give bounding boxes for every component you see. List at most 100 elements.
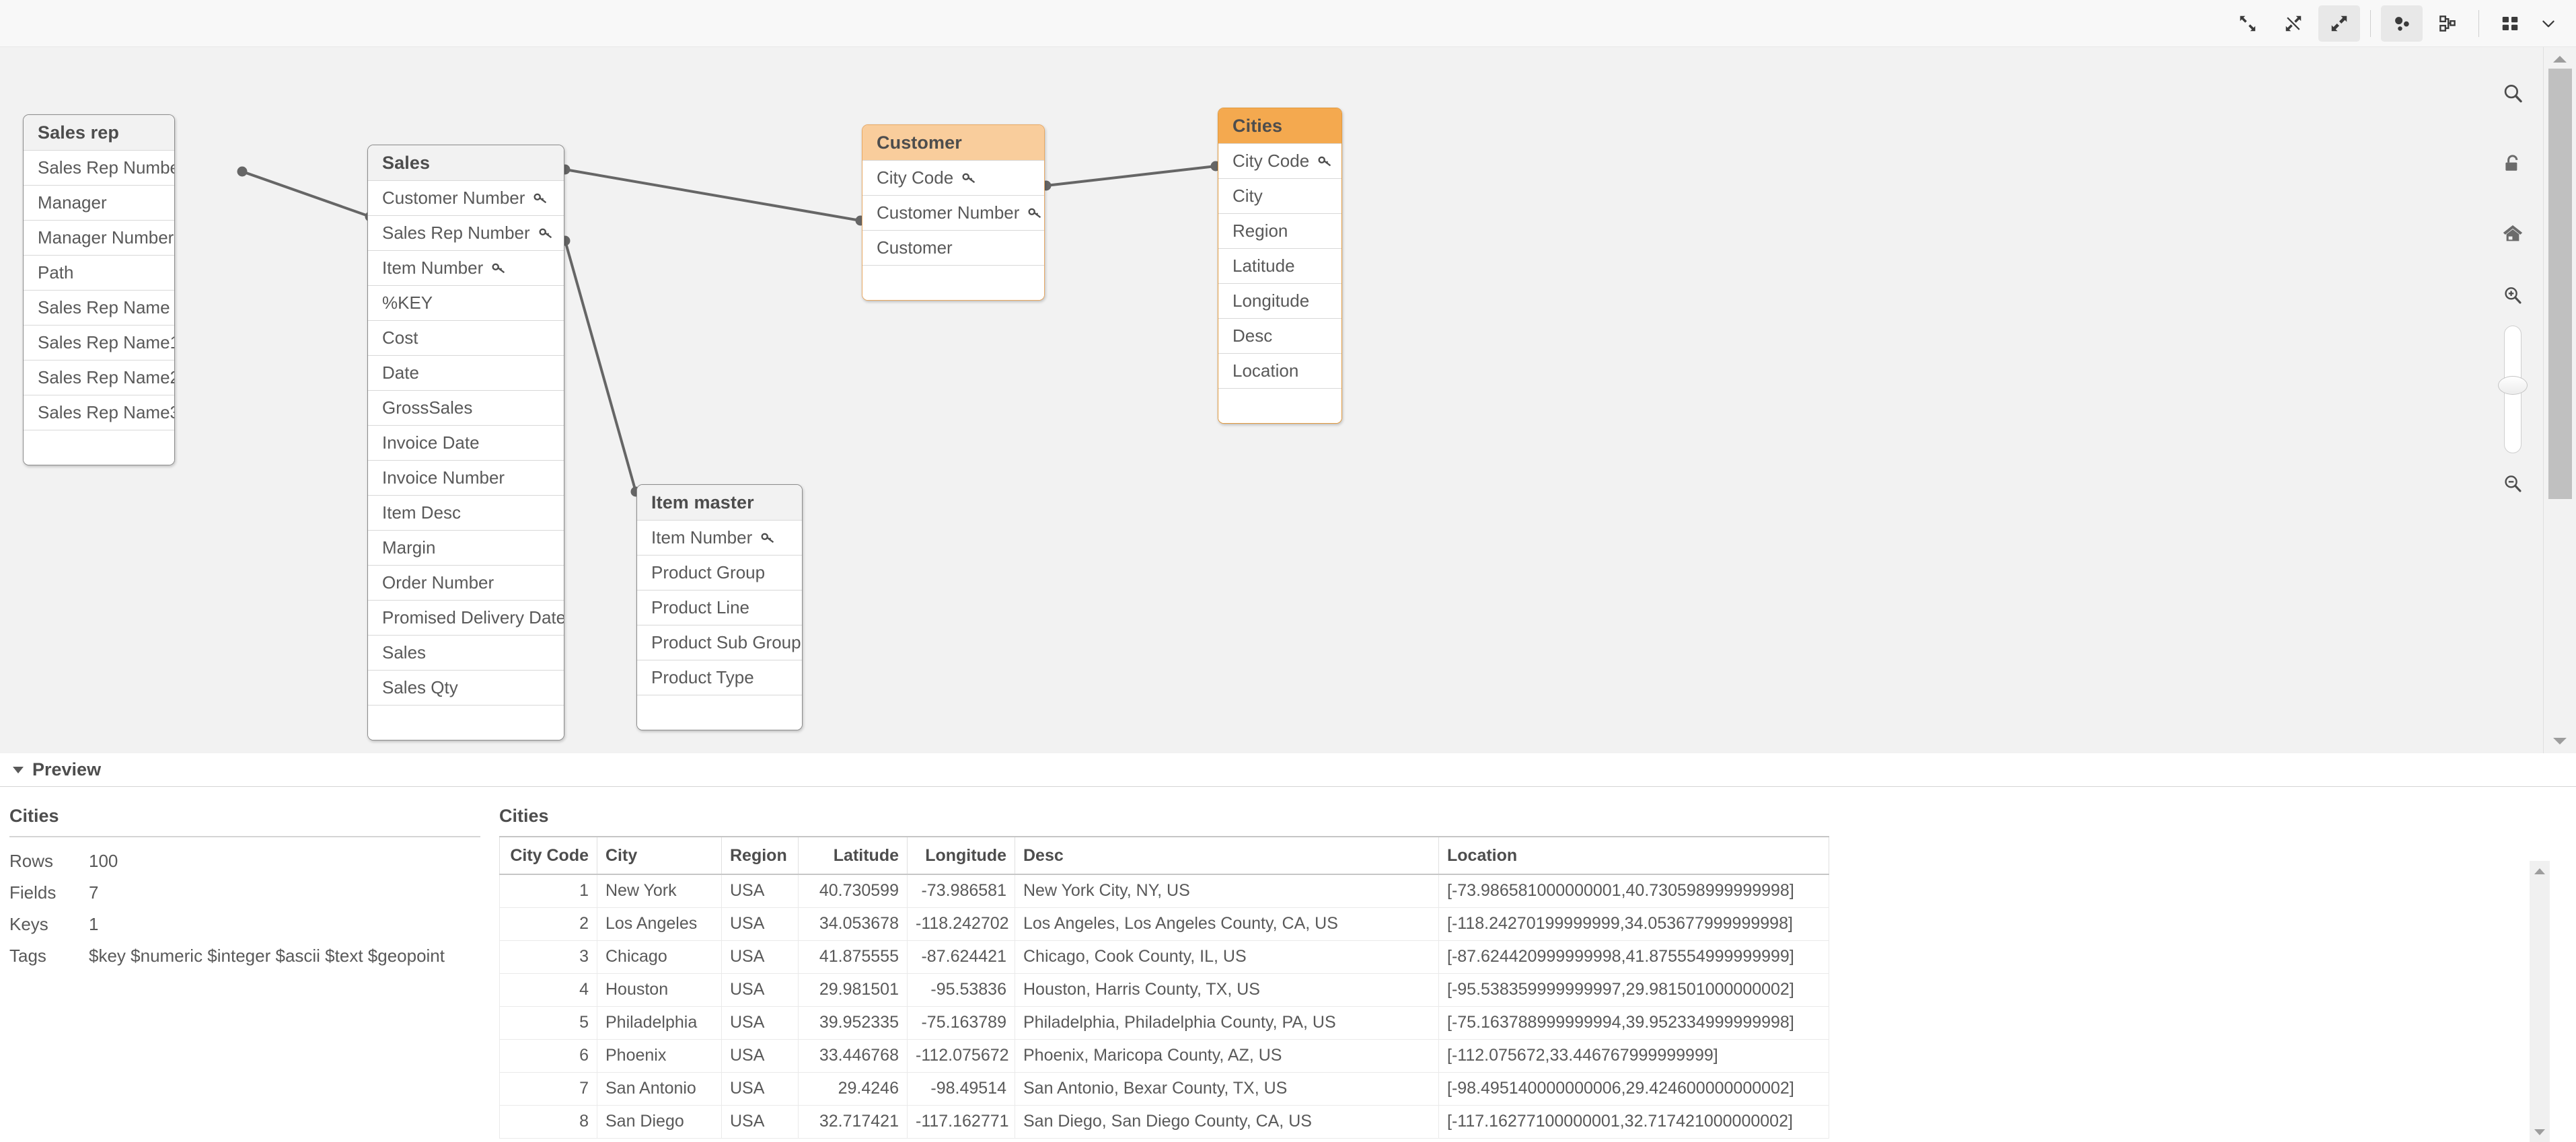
field-label: Latitude bbox=[1232, 256, 1295, 276]
table-cell: 4 bbox=[499, 973, 597, 1007]
table-field-row[interactable]: Cost bbox=[368, 320, 564, 355]
table-row[interactable]: 3 Chicago USA 41.875555 -87.624421 Chicago, C… bbox=[499, 940, 1829, 974]
table-card-cities[interactable]: Cities City Code City Region Latitude Longitu… bbox=[1218, 108, 1342, 424]
caret-down-icon[interactable] bbox=[9, 761, 27, 779]
table-field-row[interactable]: Product Type bbox=[637, 660, 802, 695]
table-field-row[interactable]: Invoice Number bbox=[368, 460, 564, 495]
bubble-view-button[interactable] bbox=[2381, 5, 2423, 42]
table-field-row[interactable]: Sales Rep Number bbox=[368, 215, 564, 250]
table-row[interactable]: 6 Phoenix USA 33.446768 -112.075672 Phoenix, … bbox=[499, 1038, 1829, 1073]
table-field-row[interactable]: Manager bbox=[24, 185, 174, 220]
table-card-customer[interactable]: Customer City Code Customer Number Customer bbox=[862, 124, 1045, 301]
table-card-title: Item master bbox=[637, 485, 802, 520]
table-row[interactable]: 4 Houston USA 29.981501 -95.53836 Houston, Ha… bbox=[499, 973, 1829, 1007]
table-row[interactable]: 2 Los Angeles USA 34.053678 -118.242702 Los A… bbox=[499, 907, 1829, 941]
field-label: City Code bbox=[1232, 151, 1310, 171]
column-header[interactable]: Region bbox=[721, 836, 799, 875]
table-card-sales[interactable]: Sales Customer Number Sales Rep Number Item… bbox=[367, 145, 564, 740]
table-field-row[interactable]: Longitude bbox=[1218, 283, 1341, 318]
table-card-sales-rep[interactable]: Sales rep Sales Rep Number Manager Manager … bbox=[23, 114, 175, 465]
data-model-canvas[interactable]: Sales rep Sales Rep Number Manager Manager … bbox=[0, 47, 2543, 753]
scroll-down-arrow-icon[interactable] bbox=[2544, 729, 2576, 753]
preview-data-table[interactable]: City Code City Region Latitude Longitude Desc… bbox=[499, 836, 1829, 1139]
table-card-item-master[interactable]: Item master Item Number Product Group Produ… bbox=[636, 484, 803, 730]
column-header[interactable]: City Code bbox=[499, 836, 597, 875]
home-icon[interactable] bbox=[2489, 210, 2536, 257]
chevron-down-icon[interactable] bbox=[2533, 5, 2564, 42]
preview-section-header[interactable]: Preview bbox=[0, 753, 2576, 787]
zoom-out-icon[interactable] bbox=[2489, 460, 2536, 507]
source-view-button[interactable] bbox=[2427, 5, 2468, 42]
collapse-selected-button[interactable] bbox=[2273, 5, 2314, 42]
table-field-row[interactable]: Product Line bbox=[637, 590, 802, 625]
unlock-icon[interactable] bbox=[2489, 140, 2536, 187]
column-header[interactable]: Longitude bbox=[907, 836, 1015, 875]
column-header[interactable]: Latitude bbox=[798, 836, 908, 875]
table-cell: Phoenix bbox=[597, 1038, 722, 1073]
table-field-row[interactable]: City Code bbox=[1218, 143, 1341, 178]
table-field-row[interactable]: Item Number bbox=[637, 520, 802, 555]
preview-scroll-down-arrow-icon[interactable] bbox=[2530, 1122, 2550, 1142]
table-field-row[interactable]: Manager Number bbox=[24, 220, 174, 255]
collapse-all-button[interactable] bbox=[2227, 5, 2269, 42]
search-icon[interactable] bbox=[2489, 70, 2536, 117]
table-field-row[interactable]: Region bbox=[1218, 213, 1341, 248]
table-field-row[interactable]: Sales bbox=[368, 635, 564, 670]
field-label: Location bbox=[1232, 360, 1299, 381]
preview-scroll-up-arrow-icon[interactable] bbox=[2530, 861, 2550, 881]
table-field-row[interactable]: Sales Qty bbox=[368, 670, 564, 705]
canvas-scroll-thumb[interactable] bbox=[2548, 69, 2572, 499]
table-field-row[interactable]: Invoice Date bbox=[368, 425, 564, 460]
table-field-row[interactable]: Product Sub Group bbox=[637, 625, 802, 660]
association-link[interactable] bbox=[560, 235, 641, 497]
table-field-row[interactable]: Sales Rep Name1 bbox=[24, 325, 174, 360]
table-field-row[interactable]: Customer Number bbox=[368, 180, 564, 215]
table-field-row[interactable]: Sales Rep Name2 bbox=[24, 360, 174, 395]
table-field-row[interactable]: Latitude bbox=[1218, 248, 1341, 283]
table-field-row[interactable]: Item Desc bbox=[368, 495, 564, 530]
table-field-row[interactable]: Item Number bbox=[368, 250, 564, 285]
table-field-row[interactable]: City bbox=[1218, 178, 1341, 213]
scroll-up-arrow-icon[interactable] bbox=[2544, 47, 2576, 71]
table-field-row[interactable]: Order Number bbox=[368, 565, 564, 600]
table-field-row[interactable]: Desc bbox=[1218, 318, 1341, 353]
metadata-row-fields: Fields 7 bbox=[9, 882, 491, 903]
canvas-vertical-scrollbar[interactable] bbox=[2543, 47, 2576, 753]
table-card-footer bbox=[24, 430, 174, 465]
zoom-slider[interactable] bbox=[2498, 326, 2528, 453]
table-metadata-panel: Cities Rows 100 Fields 7 Keys 1 Tags $ke… bbox=[0, 787, 491, 1142]
table-cell: USA bbox=[721, 973, 799, 1007]
table-field-row[interactable]: Sales Rep Name bbox=[24, 290, 174, 325]
column-header[interactable]: Desc bbox=[1015, 836, 1439, 875]
association-link[interactable] bbox=[1041, 161, 1221, 191]
preview-vertical-scrollbar[interactable] bbox=[2530, 861, 2550, 1142]
table-row[interactable]: 8 San Diego USA 32.717421 -117.162771 San Die… bbox=[499, 1104, 1829, 1139]
table-field-row[interactable]: Date bbox=[368, 355, 564, 390]
table-field-row[interactable]: Customer bbox=[862, 230, 1044, 265]
table-field-row[interactable]: Margin bbox=[368, 530, 564, 565]
table-cell: 32.717421 bbox=[798, 1104, 908, 1139]
table-field-row[interactable]: Sales Rep Number bbox=[24, 150, 174, 185]
table-field-row[interactable]: Customer Number bbox=[862, 195, 1044, 230]
table-field-row[interactable]: City Code bbox=[862, 160, 1044, 195]
zoom-in-icon[interactable] bbox=[2489, 272, 2536, 319]
table-field-row[interactable]: %KEY bbox=[368, 285, 564, 320]
column-header[interactable]: City bbox=[597, 836, 722, 875]
zoom-slider-thumb[interactable] bbox=[2498, 376, 2528, 395]
column-header[interactable]: Location bbox=[1438, 836, 1829, 875]
table-field-row[interactable]: Product Group bbox=[637, 555, 802, 590]
table-row[interactable]: 1 New York USA 40.730599 -73.986581 New York … bbox=[499, 874, 1829, 908]
table-row[interactable]: 7 San Antonio USA 29.4246 -98.49514 San Anton… bbox=[499, 1071, 1829, 1106]
table-row[interactable]: 5 Philadelphia USA 39.952335 -75.163789 Phila… bbox=[499, 1005, 1829, 1040]
table-field-row[interactable]: Promised Delivery Date bbox=[368, 600, 564, 635]
table-field-row[interactable]: Location bbox=[1218, 353, 1341, 388]
field-label: Manager bbox=[38, 192, 107, 213]
association-link[interactable] bbox=[560, 164, 866, 226]
table-field-row[interactable]: Path bbox=[24, 255, 174, 290]
grid-layout-button[interactable] bbox=[2489, 5, 2531, 42]
field-label: Sales Rep Name2 bbox=[38, 367, 175, 387]
expand-all-button[interactable] bbox=[2318, 5, 2360, 42]
table-field-row[interactable]: Sales Rep Name3 bbox=[24, 395, 174, 430]
association-link[interactable] bbox=[237, 166, 375, 222]
table-field-row[interactable]: GrossSales bbox=[368, 390, 564, 425]
